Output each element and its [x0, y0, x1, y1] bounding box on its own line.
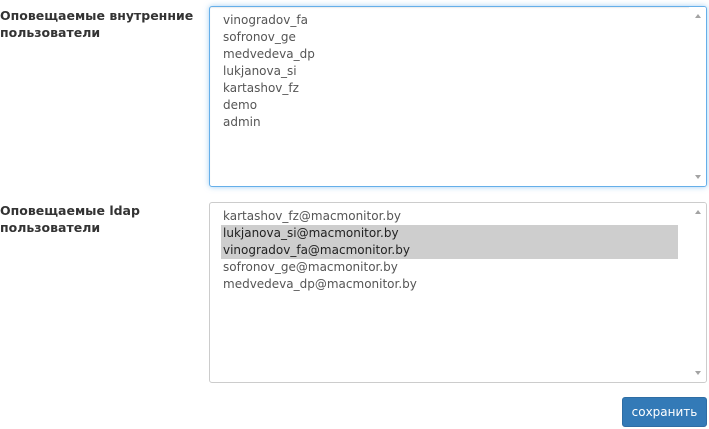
list-item[interactable]: kartashov_fz: [221, 80, 689, 97]
internal-users-options: vinogradov_fa sofronov_ge medvedeva_dp l…: [210, 7, 689, 186]
internal-users-select[interactable]: vinogradov_fa sofronov_ge medvedeva_dp l…: [209, 6, 707, 187]
ldap-users-options: kartashov_fz@macmonitor.by lukjanova_si@…: [210, 203, 689, 382]
arrow-down-icon[interactable]: [689, 170, 706, 184]
list-item[interactable]: medvedeva_dp@macmonitor.by: [221, 276, 678, 293]
list-item[interactable]: medvedeva_dp: [221, 46, 689, 63]
notification-users-form: Оповещаемые внутренние пользователи vino…: [0, 0, 709, 429]
list-item[interactable]: kartashov_fz@macmonitor.by: [221, 208, 678, 225]
list-item[interactable]: sofronov_ge@macmonitor.by: [221, 259, 678, 276]
list-item[interactable]: demo: [221, 97, 689, 114]
list-item[interactable]: vinogradov_fa: [221, 12, 689, 29]
ldap-users-scrollbar[interactable]: [689, 203, 706, 382]
arrow-up-icon[interactable]: [689, 205, 706, 219]
internal-users-scrollbar[interactable]: [689, 7, 706, 186]
list-item[interactable]: lukjanova_si: [221, 63, 689, 80]
list-item[interactable]: sofronov_ge: [221, 29, 689, 46]
ldap-users-select[interactable]: kartashov_fz@macmonitor.by lukjanova_si@…: [209, 202, 707, 383]
arrow-up-icon[interactable]: [689, 9, 706, 23]
arrow-down-icon[interactable]: [689, 366, 706, 380]
list-item[interactable]: vinogradov_fa@macmonitor.by: [221, 242, 678, 259]
ldap-users-label: Оповещаемые ldap пользователи: [0, 203, 140, 235]
internal-users-label: Оповещаемые внутренние пользователи: [0, 8, 194, 40]
list-item[interactable]: admin: [221, 114, 689, 131]
save-button[interactable]: сохранить: [622, 397, 707, 427]
list-item[interactable]: lukjanova_si@macmonitor.by: [221, 225, 678, 242]
